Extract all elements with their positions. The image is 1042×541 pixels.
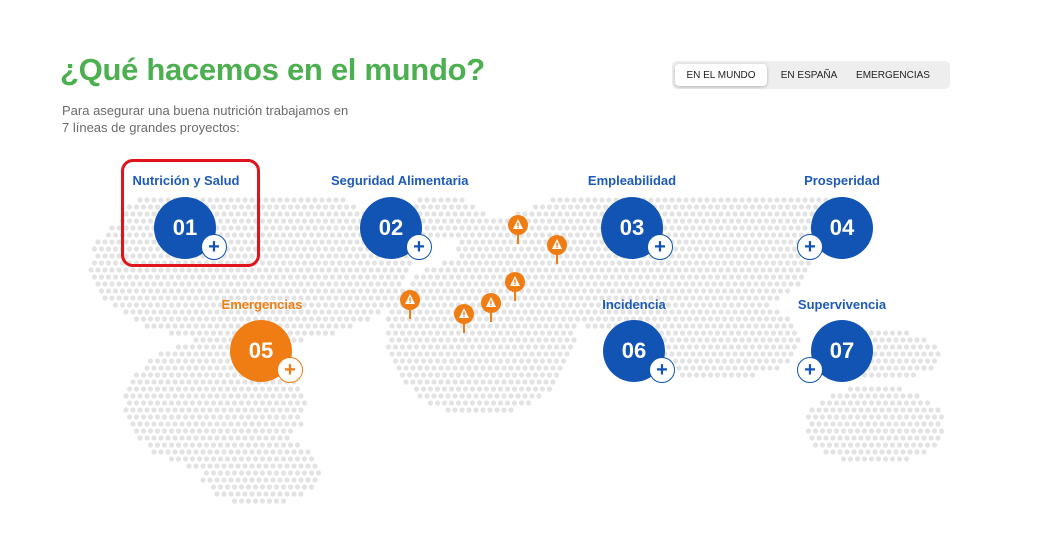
line-label: Prosperidad bbox=[804, 173, 880, 188]
warning-map-pin-icon[interactable] bbox=[546, 234, 568, 266]
warning-map-pin-icon[interactable] bbox=[453, 303, 475, 335]
line-label: Incidencia bbox=[602, 297, 666, 312]
warning-map-pin-icon[interactable] bbox=[507, 214, 529, 246]
plus-icon[interactable]: + bbox=[649, 357, 675, 383]
line-label: Supervivencia bbox=[797, 297, 887, 312]
plus-icon[interactable]: + bbox=[406, 234, 432, 260]
warning-map-pin-icon[interactable] bbox=[480, 292, 502, 324]
plus-icon[interactable]: + bbox=[647, 234, 673, 260]
plus-icon[interactable]: + bbox=[797, 357, 823, 383]
warning-map-pin-icon[interactable] bbox=[399, 289, 421, 321]
line-label: Empleabilidad bbox=[587, 173, 677, 188]
line-label: Seguridad Alimentaria bbox=[331, 173, 469, 188]
line-label: Emergencias bbox=[221, 297, 303, 312]
selection-highlight bbox=[121, 159, 260, 267]
plus-icon[interactable]: + bbox=[797, 234, 823, 260]
warning-map-pin-icon[interactable] bbox=[504, 271, 526, 303]
plus-icon[interactable]: + bbox=[277, 357, 303, 383]
